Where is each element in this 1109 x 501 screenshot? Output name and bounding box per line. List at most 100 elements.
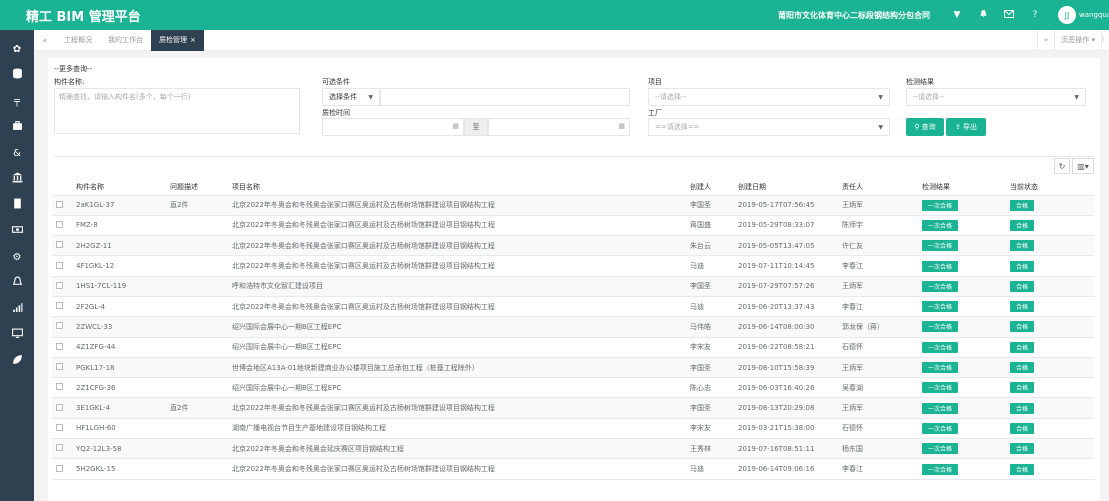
cell-component-name: YQ2-12L3-58 bbox=[72, 438, 166, 460]
row-checkbox[interactable] bbox=[56, 383, 63, 391]
export-button-label: 导出 bbox=[963, 123, 978, 131]
row-checkbox[interactable] bbox=[56, 241, 63, 249]
document-icon bbox=[12, 198, 23, 212]
table-row[interactable]: 2Z1CFG-36 绍兴国际会展中心一期B区工程EPC 陈心志 2019-06-03T… bbox=[52, 377, 1094, 399]
cell-issue bbox=[166, 276, 228, 297]
row-checkbox[interactable] bbox=[56, 403, 63, 411]
cell-creator: 陈心志 bbox=[686, 377, 734, 399]
row-checkbox[interactable] bbox=[56, 342, 63, 350]
sidebar-item-sitemap[interactable]: ╤ bbox=[0, 88, 34, 114]
sidebar-item-cogs[interactable]: & bbox=[0, 140, 34, 166]
table-row[interactable]: 2aK1GL-37 直2件 北京2022年冬奥会和冬残奥会张家口赛区奥运村及古杨树场… bbox=[52, 195, 1094, 216]
tab-scroll-right-icon[interactable]: » bbox=[1036, 29, 1054, 51]
filter-condition-input[interactable] bbox=[380, 88, 630, 106]
filter-icon[interactable]: ▼ bbox=[944, 10, 970, 20]
tab-my-workbench[interactable]: 我的工作台 bbox=[100, 30, 151, 51]
sidebar-item-signal[interactable] bbox=[0, 296, 34, 322]
app-title: 精工 BIM 管理平台 bbox=[26, 9, 141, 25]
row-checkbox[interactable] bbox=[56, 281, 63, 289]
cell-project-name: 呼和浩特市文化智汇建设项目 bbox=[228, 276, 686, 297]
sidebar-item-settings[interactable]: ✿ bbox=[0, 36, 34, 62]
col-component-name[interactable]: 构件名称 bbox=[72, 179, 166, 196]
tab-actions-button[interactable]: 页签操作 ▾ bbox=[1054, 29, 1101, 51]
select-all-header[interactable] bbox=[52, 179, 72, 196]
sidebar-item-document[interactable] bbox=[0, 192, 34, 218]
row-checkbox[interactable] bbox=[56, 464, 63, 472]
col-owner[interactable]: 责任人 bbox=[838, 179, 918, 196]
table-row[interactable]: 2F2GL-4 北京2022年冬奥会和冬残奥会张家口赛区奥运村及古杨树场馆群建设项… bbox=[52, 296, 1094, 318]
row-checkbox[interactable] bbox=[56, 302, 63, 310]
query-button[interactable]: ⚲ 查询 bbox=[906, 118, 944, 136]
current-project-title[interactable]: 莆阳市文化体育中心二标段钢结构分包合同 bbox=[778, 10, 930, 21]
col-create-date[interactable]: 创建日期 bbox=[734, 179, 838, 196]
tab-exit-icon[interactable]: ⁝ bbox=[1101, 29, 1109, 51]
tab-scroll-left-icon[interactable]: « bbox=[34, 36, 56, 45]
row-checkbox[interactable] bbox=[56, 423, 63, 431]
gear-icon: ✿ bbox=[12, 43, 22, 55]
test-result-select[interactable]: --请选择-- ▼ bbox=[906, 88, 1086, 106]
mail-icon[interactable] bbox=[996, 9, 1022, 21]
status-badge: 合格 bbox=[1010, 463, 1035, 475]
columns-toggle-button[interactable]: ▥▾ bbox=[1072, 158, 1094, 174]
username[interactable]: wangquan bbox=[1079, 11, 1109, 19]
close-icon[interactable]: × bbox=[190, 36, 196, 44]
cell-creator: 李国圣 bbox=[686, 357, 734, 379]
bell-icon[interactable] bbox=[970, 9, 996, 21]
row-checkbox[interactable] bbox=[56, 220, 63, 228]
project-select[interactable]: --请选择-- ▼ bbox=[648, 88, 890, 106]
factory-select[interactable]: ==请选择== ▼ bbox=[648, 118, 890, 136]
tab-actions-label: 页签操作 bbox=[1061, 35, 1090, 44]
sidebar-item-alarm[interactable] bbox=[0, 270, 34, 296]
row-checkbox[interactable] bbox=[56, 200, 63, 208]
table-row[interactable]: PGKL17-18 世博会地区A13A-01地块新建商业办公楼项目施工总承包工程（… bbox=[52, 357, 1094, 379]
sidebar-item-cogs-2[interactable]: ⚙ bbox=[0, 244, 34, 270]
component-name-textarea[interactable]: 精确查找，请输入构件名(多个，每个一行) bbox=[54, 88, 300, 134]
cell-project-name: 北京2022年冬奥会和冬残奥会张家口赛区奥运村及古杨树场馆群建设项目钢结构工程 bbox=[228, 458, 686, 480]
cell-create-date: 2019-06-03T16:40:26 bbox=[734, 377, 838, 399]
filter-condition-select[interactable]: 选择条件 ▼ bbox=[322, 88, 380, 106]
refresh-button[interactable]: ↻ bbox=[1054, 158, 1070, 174]
menu-toggle-icon[interactable]: ≡ bbox=[128, 8, 139, 23]
table-row[interactable]: 5H2GKL-15 北京2022年冬奥会和冬残奥会张家口赛区奥运村及古杨树场馆群建… bbox=[52, 458, 1094, 480]
table-row[interactable]: 4F1GKL-12 北京2022年冬奥会和冬残奥会张家口赛区奥运村及古杨树场馆群建… bbox=[52, 255, 1094, 277]
sidebar-item-monitor[interactable] bbox=[0, 322, 34, 348]
table-row[interactable]: 1HS1-7CL-119 呼和浩特市文化智汇建设项目 李国圣 2019-07-29T0… bbox=[52, 276, 1094, 297]
table-row[interactable]: HF1LGH-60 湖南广播电视台节目生产基地建设项目钢结构工程 李宋友 2019-0… bbox=[52, 418, 1094, 440]
table-row[interactable]: 3E1GKL-4 直2件 北京2022年冬奥会和冬残奥会张家口赛区奥运村及古杨树场馆… bbox=[52, 397, 1094, 419]
date-end-input[interactable]: ▦ bbox=[488, 118, 630, 136]
row-checkbox[interactable] bbox=[56, 322, 63, 330]
help-icon[interactable]: ? bbox=[1022, 10, 1048, 20]
col-current-status[interactable]: 当前状态 bbox=[1006, 179, 1094, 196]
tab-quality-inspection[interactable]: 质检管理 × bbox=[151, 29, 204, 51]
col-project-name[interactable]: 项目名称 bbox=[228, 179, 686, 196]
tab-label: 质检管理 bbox=[159, 35, 187, 44]
row-checkbox[interactable] bbox=[56, 261, 63, 269]
col-test-result[interactable]: 检测结果 bbox=[918, 179, 1006, 196]
table-row[interactable]: YQ2-12L3-58 北京2022年冬奥会和冬残奥会延庆赛区项目钢结构工程 王秀林… bbox=[52, 438, 1094, 460]
avatar[interactable]: JJ bbox=[1058, 6, 1076, 24]
date-start-input[interactable]: ▦ bbox=[322, 118, 464, 136]
sidebar-item-money[interactable] bbox=[0, 218, 34, 244]
sidebar-item-bank[interactable] bbox=[0, 166, 34, 192]
export-button[interactable]: ⇪ 导出 bbox=[946, 118, 986, 136]
cell-test-result: 一次合格 bbox=[918, 296, 1006, 318]
test-result-value: --请选择-- bbox=[913, 93, 945, 101]
cell-test-result: 一次合格 bbox=[918, 255, 1006, 277]
row-checkbox-cell bbox=[52, 316, 72, 338]
tab-project-overview[interactable]: 工程概况 bbox=[56, 30, 100, 51]
cell-owner: 王炳军 bbox=[838, 357, 918, 379]
row-checkbox[interactable] bbox=[56, 444, 63, 452]
sidebar-item-leaf[interactable] bbox=[0, 348, 34, 374]
sidebar-item-briefcase[interactable] bbox=[0, 114, 34, 140]
table-row[interactable]: 2ZWCL-33 绍兴国际会展中心一期B区工程EPC 马伟皓 2019-06-14T0… bbox=[52, 316, 1094, 338]
col-creator[interactable]: 创建人 bbox=[686, 179, 734, 196]
cell-creator: 李国圣 bbox=[686, 397, 734, 419]
col-issue[interactable]: 问题描述 bbox=[166, 179, 228, 196]
table-row[interactable]: 2H2GZ-11 北京2022年冬奥会和冬残奥会张家口赛区奥运村及古杨树场馆群建设… bbox=[52, 235, 1094, 257]
row-checkbox[interactable] bbox=[56, 363, 63, 371]
test-result-label: 检测结果 bbox=[906, 78, 934, 86]
table-row[interactable]: FMZ-8 北京2022年冬奥会和冬残奥会张家口赛区奥运村及古杨树场馆群建设项目钢… bbox=[52, 215, 1094, 237]
sidebar-item-database[interactable] bbox=[0, 62, 34, 88]
table-row[interactable]: 4Z1ZFG-44 绍兴国际会展中心一期B区工程EPC 李宋友 2019-06-22T… bbox=[52, 337, 1094, 358]
cell-current-status: 合格 bbox=[1006, 195, 1094, 216]
